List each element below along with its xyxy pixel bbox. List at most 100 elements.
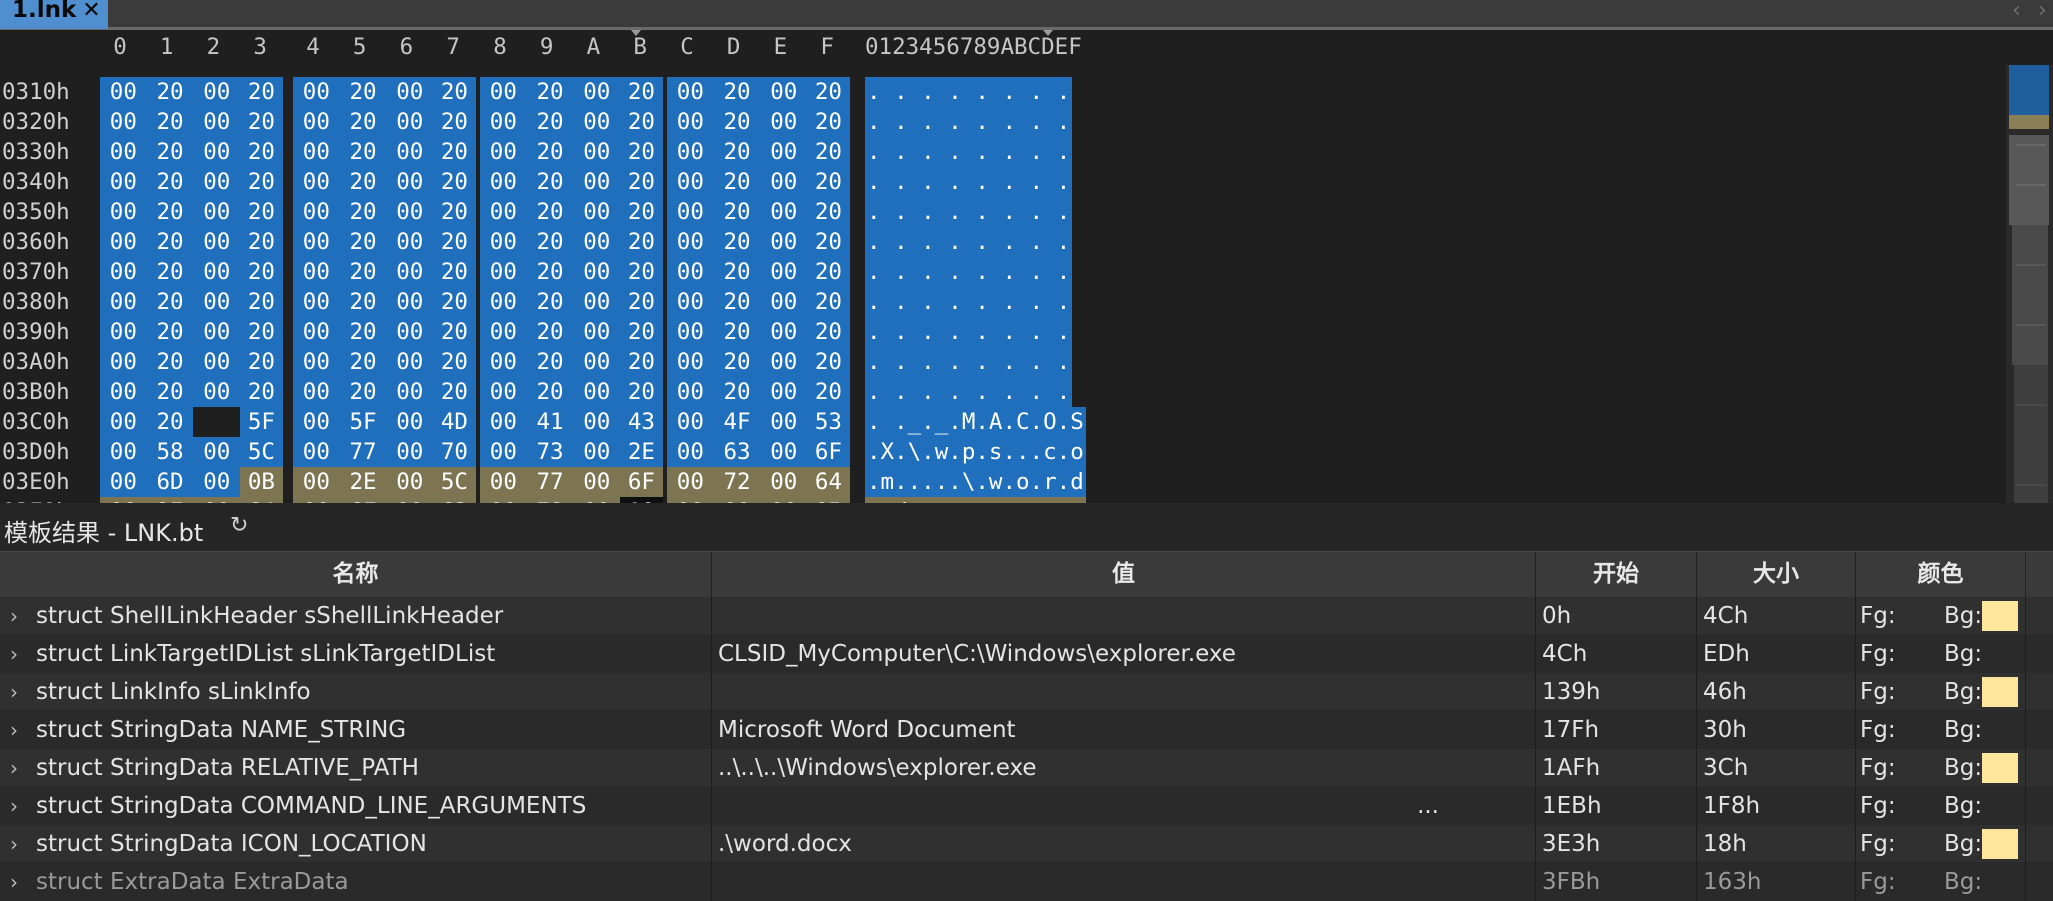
hex-byte[interactable]: 00 [480,407,527,437]
hex-byte[interactable]: 20 [146,167,194,197]
hex-byte[interactable]: 20 [526,317,574,347]
hex-byte[interactable]: 00 [293,107,340,137]
hex-byte[interactable]: 20 [146,137,194,167]
hex-byte[interactable]: 20 [339,347,387,377]
hex-byte[interactable]: 20 [620,197,663,227]
template-row[interactable]: › struct ExtraData ExtraData 3FBh 163h Fg: Bg… [0,863,2053,901]
hex-byte[interactable]: 20 [240,227,283,257]
hex-byte[interactable]: 20 [146,407,194,437]
hex-byte[interactable]: 00 [573,467,621,497]
hex-row-ascii[interactable]: .m.....\.w.o.r.d [865,467,1086,497]
template-row[interactable]: › struct StringData COMMAND_LINE_ARGUMENT… [0,787,2053,825]
hex-byte[interactable]: 20 [240,107,283,137]
hex-byte[interactable]: 20 [240,197,283,227]
hex-byte[interactable]: 20 [240,347,283,377]
row-color[interactable]: Fg: Bg: [1856,711,2026,749]
hex-byte[interactable]: 5C [240,437,283,467]
hex-byte[interactable]: 00 [293,467,340,497]
hex-byte[interactable]: 00 [386,347,434,377]
hex-byte[interactable]: 00 [573,77,621,107]
hex-byte[interactable]: 20 [433,257,476,287]
hex-byte[interactable]: 20 [620,77,663,107]
column-value[interactable]: 值 [712,552,1536,597]
hex-byte[interactable]: 00 [293,257,340,287]
hex-byte[interactable]: 00 [760,317,808,347]
hex-byte[interactable]: 00 [100,347,147,377]
hex-byte[interactable]: 20 [146,377,194,407]
hex-byte[interactable]: 00 [386,227,434,257]
hex-byte[interactable]: 20 [339,257,387,287]
hex-byte[interactable]: 00 [667,437,714,467]
hex-byte[interactable]: 20 [807,137,850,167]
hex-byte[interactable]: 77 [526,467,574,497]
chevron-right-icon[interactable]: › [10,597,18,635]
hex-byte[interactable]: 20 [713,347,761,377]
hex-byte[interactable]: 00 [760,437,808,467]
hex-byte[interactable]: 20 [240,167,283,197]
hex-byte[interactable]: 5C [433,467,476,497]
hex-byte[interactable]: 00 [386,257,434,287]
hex-byte[interactable]: 00 [573,107,621,137]
hex-byte[interactable]: 20 [339,197,387,227]
hex-byte[interactable]: 20 [433,227,476,257]
refresh-icon[interactable]: ↻ [230,513,248,538]
hex-byte[interactable]: 00 [193,77,241,107]
hex-byte[interactable]: 00 [193,137,241,167]
hex-byte[interactable]: 00 [293,287,340,317]
hex-byte[interactable]: 00 [100,287,147,317]
hex-byte[interactable]: 20 [339,107,387,137]
hex-byte[interactable]: 00 [193,317,241,347]
hex-byte[interactable]: 00 [480,137,527,167]
hex-byte[interactable]: 00 [293,197,340,227]
hex-byte[interactable]: 20 [240,257,283,287]
hex-byte[interactable]: 20 [526,77,574,107]
hex-byte[interactable]: 20 [339,287,387,317]
hex-byte[interactable]: 00 [100,317,147,347]
hex-byte[interactable]: 20 [620,227,663,257]
hex-byte[interactable]: 20 [146,227,194,257]
hex-byte[interactable]: 00 [386,317,434,347]
hex-byte[interactable]: 00 [573,137,621,167]
hex-byte[interactable]: 00 [667,407,714,437]
hex-row-ascii[interactable]: . . . . . . . . [865,77,1073,107]
hex-row-ascii[interactable]: . . . . . . . . [865,257,1073,287]
hex-byte[interactable]: 00 [760,227,808,257]
chevron-right-icon[interactable]: › [2038,0,2047,23]
column-start[interactable]: 开始 [1536,552,1697,597]
hex-byte[interactable]: 6F [620,467,663,497]
hex-byte[interactable]: 00 [386,437,434,467]
hex-byte[interactable]: 00 [100,137,147,167]
hex-byte[interactable]: 00 [193,287,241,317]
hex-byte[interactable]: 00 [100,377,147,407]
hex-byte[interactable]: 00 [386,467,434,497]
hex-byte[interactable]: 00 [667,287,714,317]
hex-byte[interactable]: 20 [433,287,476,317]
hex-byte[interactable]: 20 [620,257,663,287]
hex-byte[interactable]: 20 [713,107,761,137]
row-color[interactable]: Fg: Bg: [1856,863,2026,901]
hex-byte[interactable]: 20 [339,137,387,167]
hex-byte[interactable]: 00 [760,197,808,227]
hex-row-ascii[interactable]: . . . . . . . . [865,197,1073,227]
hex-byte[interactable]: 00 [293,377,340,407]
hex-byte[interactable]: 20 [433,107,476,137]
column-name[interactable]: 名称 [0,552,712,597]
hex-byte[interactable]: 20 [240,287,283,317]
hex-byte[interactable]: 20 [620,287,663,317]
hex-byte[interactable]: 20 [526,137,574,167]
template-row[interactable]: › struct StringData RELATIVE_PATH ..\..\..… [0,749,2053,787]
hex-byte[interactable]: 20 [620,347,663,377]
hex-byte[interactable]: 43 [620,407,663,437]
hex-byte[interactable]: 20 [433,77,476,107]
chevron-right-icon[interactable]: › [10,635,18,673]
hex-byte[interactable]: 20 [526,167,574,197]
hex-byte[interactable]: 00 [480,377,527,407]
hex-byte[interactable]: 00 [667,107,714,137]
hex-byte[interactable]: 00 [667,467,714,497]
hex-byte[interactable]: 20 [339,77,387,107]
hex-editor[interactable]: 0123456789ABCDEF 0123456789ABCDEF 0310h 0… [0,30,2053,503]
hex-row-ascii[interactable]: . . . . . . . . [865,137,1073,167]
hex-byte[interactable]: 00 [386,77,434,107]
hex-byte[interactable]: 63 [713,437,761,467]
hex-byte[interactable]: 00 [760,167,808,197]
